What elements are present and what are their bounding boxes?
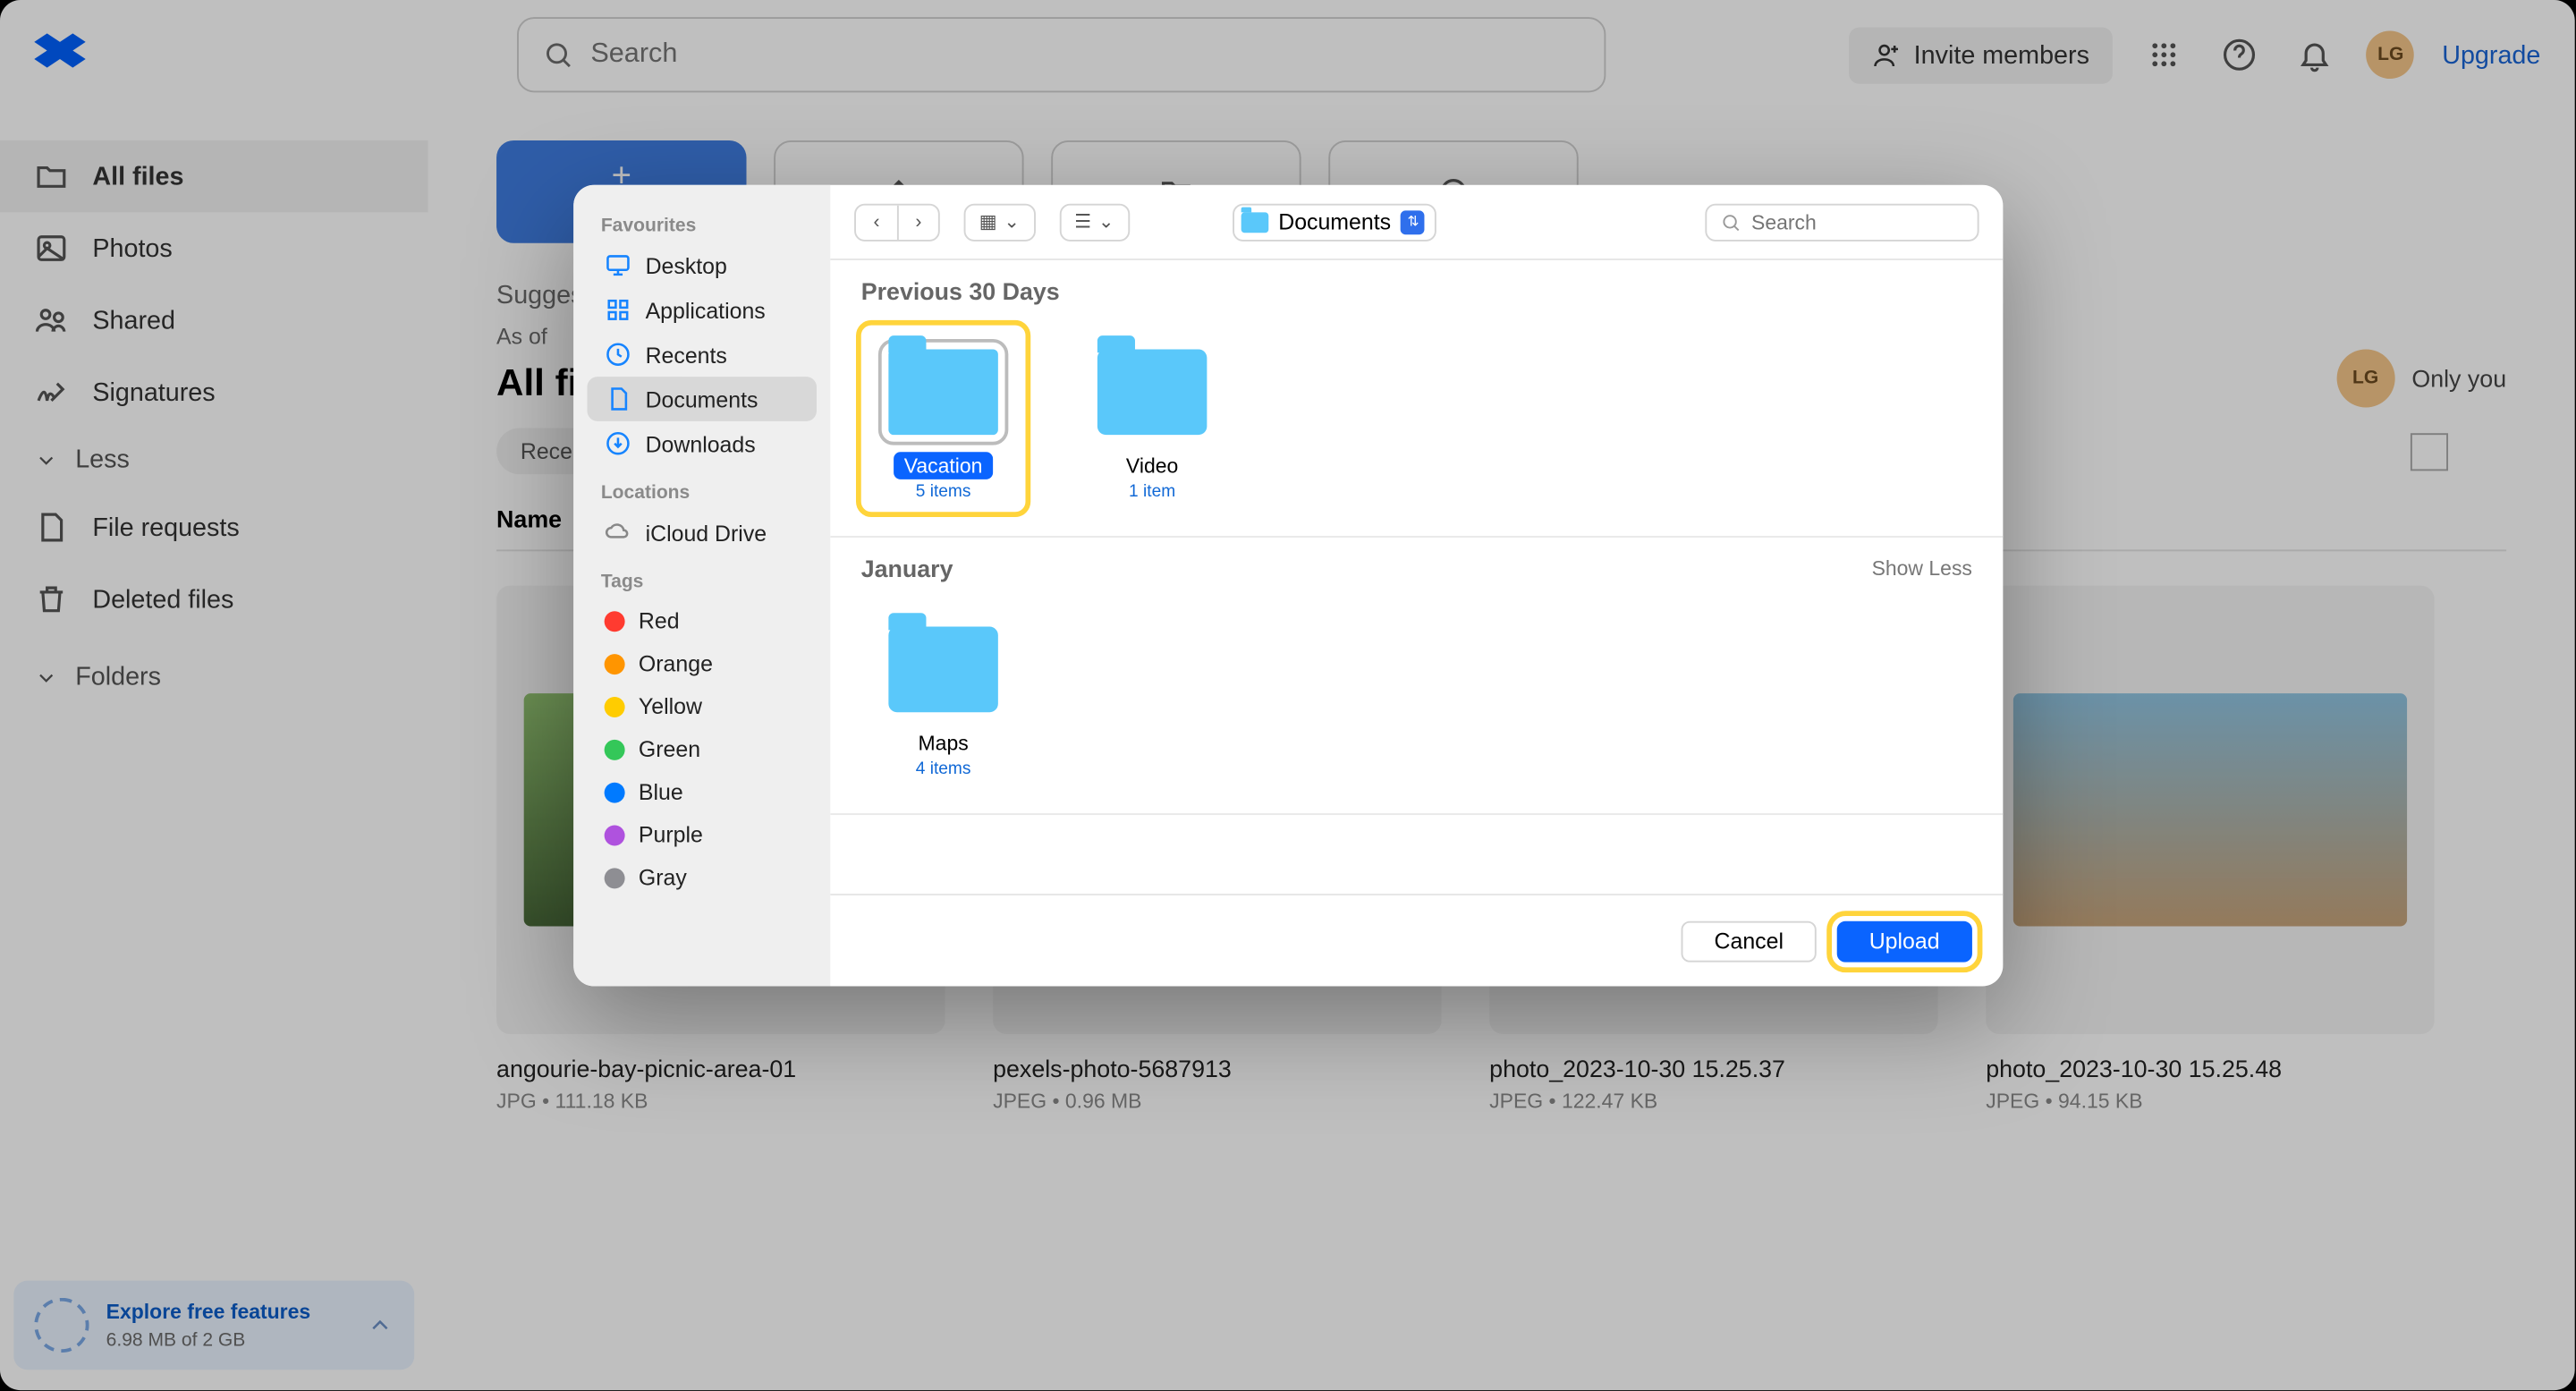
folder-name: Vacation	[894, 452, 993, 479]
tag-label: Gray	[639, 865, 687, 891]
folder-name: Video	[1115, 452, 1188, 479]
download-icon	[605, 429, 632, 457]
dialog-sidebar-label: Documents	[646, 386, 758, 412]
tag-color-dot	[605, 782, 625, 802]
folder-sub: 4 items	[916, 760, 971, 779]
folder-sub: 5 items	[916, 483, 971, 502]
search-icon	[1721, 211, 1741, 232]
dialog-sidebar-item[interactable]: iCloud Drive	[588, 510, 817, 555]
chevron-down-icon: ⌄	[1098, 210, 1114, 233]
dialog-sidebar-label: iCloud Drive	[646, 520, 767, 546]
dialog-tag-item[interactable]: Red	[588, 599, 817, 642]
dialog-sidebar-item[interactable]: Documents	[588, 377, 817, 421]
clock-icon	[605, 341, 632, 369]
sidebar-section-favourites: Favourites	[588, 209, 817, 243]
file-dialog: Favourites Desktop Applications Recents Doc…	[573, 185, 2003, 987]
upload-button[interactable]: Upload	[1836, 920, 1972, 962]
group-title: January	[861, 555, 953, 582]
folder-icon	[888, 627, 997, 713]
cloud-icon	[605, 519, 632, 547]
dialog-tag-item[interactable]: Gray	[588, 856, 817, 899]
tag-color-dot	[605, 867, 625, 887]
tag-color-dot	[605, 610, 625, 631]
apps-icon	[605, 296, 632, 324]
stack-icon: ☰	[1074, 210, 1091, 233]
chevron-left-icon[interactable]: ‹	[856, 205, 897, 239]
tag-color-dot	[605, 653, 625, 674]
folder-name: Maps	[908, 729, 979, 757]
dialog-sidebar-label: Downloads	[646, 430, 756, 456]
dialog-sidebar-item[interactable]: Downloads	[588, 421, 817, 466]
tag-label: Orange	[639, 650, 713, 676]
folder-icon	[1241, 211, 1268, 232]
view-mode-dropdown[interactable]: ▦⌄	[964, 203, 1036, 241]
group-title: Previous 30 Days	[861, 277, 1060, 305]
tag-label: Purple	[639, 822, 703, 848]
folder-item[interactable]: Vacation 5 items	[861, 326, 1026, 513]
folder-item[interactable]: Video 1 item	[1070, 326, 1234, 513]
chevron-down-icon: ⌄	[1004, 210, 1020, 233]
grid-small-icon: ▦	[979, 210, 997, 233]
tag-label: Green	[639, 736, 700, 762]
group-dropdown[interactable]: ☰⌄	[1059, 203, 1130, 241]
desktop-icon	[605, 251, 632, 279]
tag-label: Yellow	[639, 693, 702, 719]
chevron-right-icon[interactable]: ›	[897, 205, 938, 239]
dialog-tag-item[interactable]: Orange	[588, 642, 817, 685]
dialog-tag-item[interactable]: Purple	[588, 813, 817, 856]
folder-icon	[888, 349, 997, 435]
dialog-search-input[interactable]	[1751, 209, 1957, 233]
path-label: Documents	[1278, 209, 1391, 235]
dialog-sidebar-item[interactable]: Recents	[588, 332, 817, 377]
tag-label: Blue	[639, 779, 683, 805]
sidebar-section-locations: Locations	[588, 476, 817, 510]
dialog-search[interactable]	[1705, 203, 1979, 241]
dropdown-arrows-icon: ⇅	[1402, 209, 1426, 233]
show-less-link[interactable]: Show Less	[1872, 556, 1972, 581]
dialog-tag-item[interactable]: Blue	[588, 770, 817, 813]
dialog-sidebar-label: Applications	[646, 297, 766, 323]
folder-sub: 1 item	[1129, 483, 1175, 502]
cancel-button[interactable]: Cancel	[1682, 920, 1816, 962]
dialog-sidebar-item[interactable]: Desktop	[588, 243, 817, 288]
doc-icon	[605, 386, 632, 413]
tag-color-dot	[605, 825, 625, 845]
tag-color-dot	[605, 696, 625, 717]
sidebar-section-tags: Tags	[588, 565, 817, 599]
dialog-toolbar: ‹ › ▦⌄ ☰⌄ Documents ⇅	[830, 185, 2003, 260]
folder-item[interactable]: Maps 4 items	[861, 603, 1026, 790]
path-selector[interactable]: Documents ⇅	[1233, 203, 1437, 241]
dialog-tag-item[interactable]: Yellow	[588, 685, 817, 728]
group-header: January Show Less	[830, 538, 2003, 596]
tag-label: Red	[639, 607, 680, 633]
folder-icon	[1097, 349, 1207, 435]
dialog-sidebar-label: Recents	[646, 342, 727, 368]
nav-back-forward[interactable]: ‹ ›	[854, 203, 940, 241]
dialog-sidebar-item[interactable]: Applications	[588, 288, 817, 333]
tag-color-dot	[605, 739, 625, 759]
dialog-sidebar-label: Desktop	[646, 252, 727, 278]
group-header: Previous 30 Days	[830, 260, 2003, 318]
dialog-tag-item[interactable]: Green	[588, 727, 817, 770]
dialog-sidebar: Favourites Desktop Applications Recents Doc…	[573, 185, 830, 987]
